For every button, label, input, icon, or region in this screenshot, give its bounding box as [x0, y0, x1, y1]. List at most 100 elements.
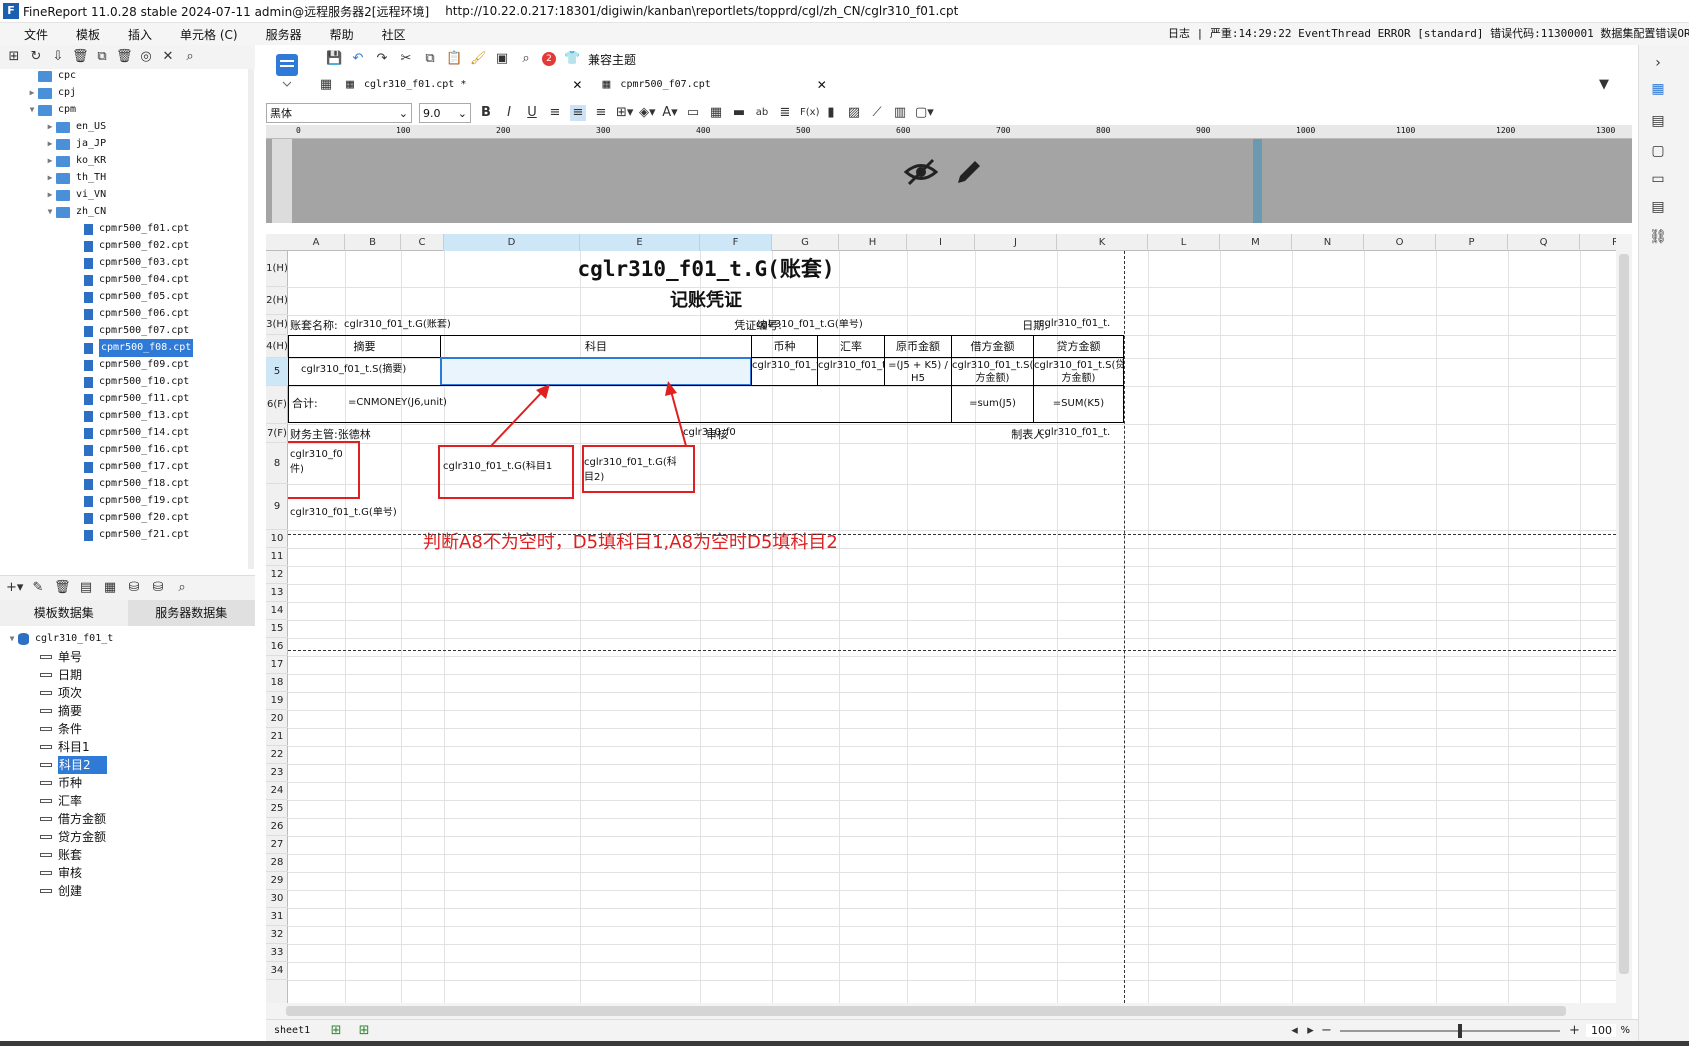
- font-family-select[interactable]: 黑体 ⌄: [266, 103, 412, 123]
- preview-icon[interactable]: ▤: [78, 580, 94, 596]
- tree-folder-en-us[interactable]: ▶ en_US: [44, 118, 106, 136]
- align-left-icon[interactable]: ≡: [547, 105, 563, 121]
- chevron-right-icon[interactable]: ▶: [44, 152, 56, 170]
- row-header-cell[interactable]: 21: [266, 728, 288, 746]
- paste-icon[interactable]: 📋: [446, 51, 462, 67]
- row-header-cell[interactable]: 29: [266, 872, 288, 890]
- row-header-cell[interactable]: 24: [266, 782, 288, 800]
- copy-icon[interactable]: ⧉: [94, 49, 110, 65]
- chevron-right-icon[interactable]: ›: [1649, 55, 1667, 73]
- cell-attr-panel-icon[interactable]: ▦: [1649, 81, 1667, 99]
- zoom-slider[interactable]: [1340, 1023, 1561, 1038]
- row-header-cell[interactable]: 27: [266, 836, 288, 854]
- tree-file[interactable]: cpmr500_f08.cpt: [84, 339, 194, 357]
- row-header-cell[interactable]: 8: [266, 443, 288, 484]
- column-header-cell[interactable]: J: [975, 234, 1057, 251]
- dataset-field[interactable]: 汇率: [40, 792, 82, 810]
- column-header-cell[interactable]: K: [1057, 234, 1148, 251]
- data-panel-icon[interactable]: ▤: [1649, 199, 1667, 217]
- tree-folder-ja-jp[interactable]: ▶ ja_JP: [44, 135, 106, 153]
- chevron-down-icon[interactable]: ▼: [26, 101, 38, 119]
- log-message[interactable]: 日志 | 严重:14:29:22 EventThread ERROR [stan…: [1168, 23, 1689, 45]
- next-icon[interactable]: ▸: [1302, 1023, 1318, 1039]
- close-icon[interactable]: ✕: [817, 74, 827, 96]
- column-header-cell[interactable]: A: [288, 234, 345, 251]
- collapse-icon[interactable]: ✕: [160, 49, 176, 65]
- delete-icon[interactable]: 🗑: [54, 580, 71, 596]
- tree-folder-cpj[interactable]: ▶ cpj: [26, 84, 76, 102]
- dataset-field[interactable]: 项次: [40, 684, 82, 702]
- redo-icon[interactable]: ↷: [374, 51, 390, 67]
- zoom-slider-handle[interactable]: [1458, 1023, 1463, 1038]
- search-icon[interactable]: ⌕: [182, 49, 198, 65]
- dataset-field[interactable]: 币种: [40, 774, 82, 792]
- prev-icon[interactable]: ◂: [1286, 1023, 1302, 1039]
- underline-icon[interactable]: U: [524, 105, 540, 121]
- tree-file[interactable]: cpmr500_f18.cpt: [84, 475, 189, 493]
- database-icon[interactable]: ⛁: [126, 580, 142, 596]
- import-icon[interactable]: ⇩: [50, 49, 66, 65]
- row-header-cell[interactable]: 19: [266, 692, 288, 710]
- add-poly-sheet-icon[interactable]: ⊞: [356, 1023, 372, 1039]
- copy-icon[interactable]: ⧉: [422, 51, 438, 67]
- trash-icon[interactable]: 🗑: [116, 49, 133, 65]
- menu-server[interactable]: 服务器: [252, 26, 316, 43]
- row-header-cell[interactable]: 23: [266, 764, 288, 782]
- row-header-cell[interactable]: 31: [266, 908, 288, 926]
- chevron-right-icon[interactable]: ▶: [44, 118, 56, 136]
- vertical-scrollbar[interactable]: [1616, 234, 1632, 1003]
- tree-file[interactable]: cpmr500_f04.cpt: [84, 271, 189, 289]
- chevron-right-icon[interactable]: ▶: [44, 186, 56, 204]
- tree-file[interactable]: cpmr500_f09.cpt: [84, 356, 189, 374]
- add-sheet-icon[interactable]: ⊞: [328, 1023, 344, 1039]
- tab-cpmr500-f07[interactable]: ▦ cpmr500_f07.cpt ✕: [590, 74, 834, 96]
- dataset-field[interactable]: 单号: [40, 648, 82, 666]
- locate-icon[interactable]: ◎: [138, 49, 154, 65]
- border-icon[interactable]: ⊞▾: [616, 105, 633, 121]
- add-dataset-icon[interactable]: +▾: [6, 580, 23, 596]
- row-header-cell[interactable]: 4(H): [266, 335, 288, 358]
- menu-file[interactable]: 文件: [0, 26, 62, 43]
- menu-help[interactable]: 帮助: [316, 26, 368, 43]
- row-header-cell[interactable]: 10: [266, 530, 288, 548]
- new-folder-icon[interactable]: ⊞: [6, 49, 22, 65]
- save-icon[interactable]: 💾: [326, 51, 342, 67]
- row-header-cell[interactable]: 13: [266, 584, 288, 602]
- align-right-icon[interactable]: ≡: [593, 105, 609, 121]
- scroll-thumb[interactable]: [286, 1006, 1566, 1016]
- row-header-cell[interactable]: 17: [266, 656, 288, 674]
- zoom-out-icon[interactable]: −: [1318, 1023, 1334, 1039]
- row-header-cell[interactable]: 7(F): [266, 424, 288, 443]
- grid-icon[interactable]: ▦: [318, 77, 334, 93]
- widget-panel-icon[interactable]: ▢: [1649, 143, 1667, 161]
- row-header-cell[interactable]: 28: [266, 854, 288, 872]
- tree-file[interactable]: cpmr500_f11.cpt: [84, 390, 189, 408]
- row-header-cell[interactable]: 22: [266, 746, 288, 764]
- fill-color-icon[interactable]: ◈▾: [639, 105, 656, 121]
- cut-icon[interactable]: ✂: [398, 51, 414, 67]
- menu-template[interactable]: 模板: [62, 26, 114, 43]
- template-designer-icon[interactable]: [272, 52, 308, 88]
- dataset-field[interactable]: 贷方金额: [40, 828, 106, 846]
- scroll-thumb[interactable]: [1619, 254, 1629, 974]
- font-size-select[interactable]: 9.0 ⌄: [419, 103, 471, 123]
- notification-badge[interactable]: 2: [542, 52, 556, 66]
- image-icon[interactable]: ▨: [846, 105, 862, 121]
- chart-icon[interactable]: ▮: [823, 105, 839, 121]
- tab-server-dataset[interactable]: 服务器数据集: [127, 600, 255, 626]
- row-header-cell[interactable]: 30: [266, 890, 288, 908]
- row-header-cell[interactable]: 26: [266, 818, 288, 836]
- row-header-cell[interactable]: 6(F): [266, 386, 288, 424]
- column-header-cell[interactable]: L: [1148, 234, 1220, 251]
- column-header-cell[interactable]: C: [401, 234, 444, 251]
- menu-community[interactable]: 社区: [368, 26, 420, 43]
- edit-icon[interactable]: ✎: [30, 580, 46, 596]
- tab-template-dataset[interactable]: 模板数据集: [0, 600, 128, 626]
- chevron-right-icon[interactable]: ▶: [26, 84, 38, 102]
- column-header-cell[interactable]: O: [1364, 234, 1436, 251]
- column-header-cell[interactable]: I: [907, 234, 975, 251]
- tree-file[interactable]: cpmr500_f19.cpt: [84, 492, 189, 510]
- row-header-cell[interactable]: 34: [266, 962, 288, 980]
- undo-icon[interactable]: ↶: [350, 51, 366, 67]
- spreadsheet-grid[interactable]: cglr310_f01_t.G(账套) 记账凭证 账套名称: cglr310_f…: [288, 251, 1616, 1003]
